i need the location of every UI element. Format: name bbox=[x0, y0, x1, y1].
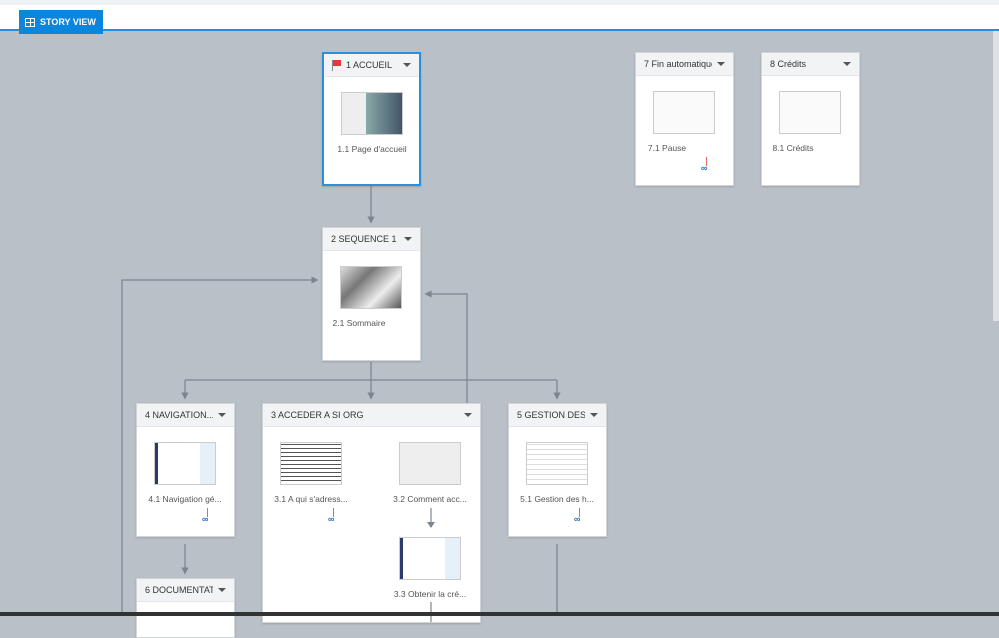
scene-card-fin-automatique[interactable]: 7 Fin automatique 7.1 Pause ∞ bbox=[635, 52, 734, 186]
chevron-down-icon[interactable] bbox=[404, 237, 412, 241]
slide-label: 7.1 Pause bbox=[647, 143, 687, 153]
vertical-scrollbar[interactable] bbox=[993, 31, 999, 321]
connector bbox=[185, 362, 557, 381]
scene-card-acceder-a-si-org[interactable]: 3 ACCEDER A SI ORG 3.1 A qui s'adress...… bbox=[262, 403, 481, 623]
chevron-down-icon[interactable] bbox=[218, 588, 226, 592]
slide-label: 5.1 Gestion des h... bbox=[520, 494, 594, 504]
scene-card-accueil[interactable]: 1 ACCUEIL 1.1 Page d'accueil bbox=[322, 52, 421, 186]
scene-title: 7 Fin automatique bbox=[644, 59, 712, 69]
slide-label: 1.1 Page d'accueil bbox=[337, 144, 407, 154]
chevron-down-icon[interactable] bbox=[590, 413, 598, 417]
slide-label: 3.3 Obtenir la cré... bbox=[393, 589, 467, 599]
slide-thumbnail[interactable] bbox=[280, 442, 342, 485]
scene-title: 4 NAVIGATION... bbox=[145, 410, 213, 420]
scene-title: 5 GESTION DES... bbox=[517, 410, 585, 420]
chevron-down-icon[interactable] bbox=[403, 63, 411, 67]
slide-label: 4.1 Navigation gé... bbox=[148, 494, 222, 504]
slide-thumbnail[interactable] bbox=[341, 92, 403, 135]
scene-card-sequence-1[interactable]: 2 SEQUENCE 1 2.1 Sommaire bbox=[322, 227, 421, 361]
scene-card-documentation[interactable]: 6 DOCUMENTAT... bbox=[136, 578, 235, 638]
link-icon: ∞ bbox=[328, 514, 335, 524]
slide-label: 3.1 A qui s'adress... bbox=[274, 494, 348, 504]
link-icon: ∞ bbox=[574, 514, 581, 524]
chevron-down-icon[interactable] bbox=[717, 62, 725, 66]
slide-thumbnail[interactable] bbox=[653, 91, 715, 134]
chevron-down-icon[interactable] bbox=[464, 413, 472, 417]
status-strip bbox=[0, 612, 999, 616]
slide-label: 8.1 Crédits bbox=[772, 143, 814, 153]
link-icon: ∞ bbox=[701, 163, 708, 173]
slide-thumbnail[interactable] bbox=[154, 442, 216, 485]
scene-title: 8 Crédits bbox=[770, 59, 807, 69]
scene-title: 1 ACCUEIL bbox=[346, 60, 393, 70]
start-flag-icon bbox=[332, 59, 341, 71]
slide-thumbnail[interactable] bbox=[526, 442, 588, 485]
scene-card-credits[interactable]: 8 Crédits 8.1 Crédits bbox=[761, 52, 860, 186]
connector bbox=[427, 508, 435, 528]
scene-card-gestion[interactable]: 5 GESTION DES... 5.1 Gestion des h... ∞ bbox=[508, 403, 607, 537]
scene-title: 3 ACCEDER A SI ORG bbox=[271, 410, 364, 420]
chevron-down-icon[interactable] bbox=[218, 413, 226, 417]
slide-label: 2.1 Sommaire bbox=[332, 318, 386, 328]
slide-thumbnail[interactable] bbox=[779, 91, 841, 134]
slide-thumbnail[interactable] bbox=[399, 442, 461, 485]
scene-card-navigation[interactable]: 4 NAVIGATION... 4.1 Navigation gé... ∞ bbox=[136, 403, 235, 537]
link-icon: ∞ bbox=[202, 514, 209, 524]
scene-title: 2 SEQUENCE 1 bbox=[331, 234, 397, 244]
slide-thumbnail[interactable] bbox=[399, 537, 461, 580]
scene-title: 6 DOCUMENTAT... bbox=[145, 585, 213, 595]
chevron-down-icon[interactable] bbox=[843, 62, 851, 66]
slide-thumbnail[interactable] bbox=[340, 266, 402, 309]
slide-label: 3.2 Comment acc... bbox=[393, 494, 467, 504]
